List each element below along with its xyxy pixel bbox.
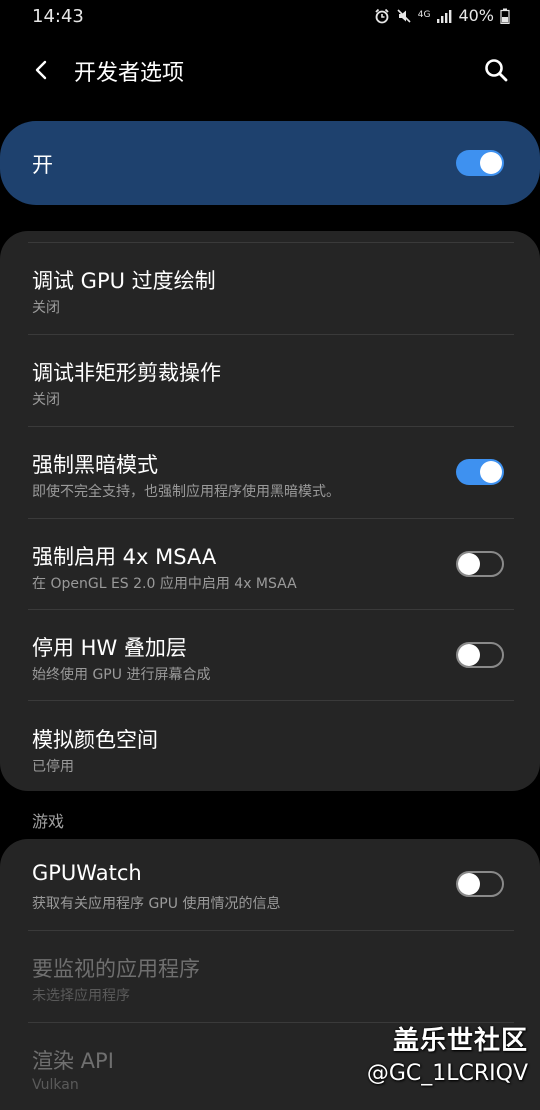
setting-title: 强制黑暗模式: [32, 453, 158, 477]
status-time: 14:43: [32, 6, 84, 27]
master-switch-label: 开: [32, 153, 53, 177]
setting-row-non-rect-clip[interactable]: 调试非矩形剪裁操作 关闭: [0, 335, 540, 426]
setting-title: 调试非矩形剪裁操作: [32, 361, 221, 385]
setting-row-gpuwatch[interactable]: GPUWatch 获取有关应用程序 GPU 使用情况的信息: [0, 839, 540, 930]
setting-subtitle: 在 OpenGL ES 2.0 应用中启用 4x MSAA: [32, 576, 297, 592]
setting-subtitle: 即使不完全支持，也强制应用程序使用黑暗模式。: [32, 484, 340, 500]
setting-title: GPUWatch: [32, 861, 142, 885]
back-button[interactable]: [24, 52, 60, 88]
signal-icon: [436, 9, 452, 23]
watermark-brand: 盖乐世社区: [392, 1026, 528, 1056]
battery-percent: 40%: [458, 6, 494, 25]
setting-row-apps-to-monitor: 要监视的应用程序 未选择应用程序: [0, 931, 540, 1022]
setting-subtitle: 已停用: [32, 759, 74, 775]
setting-subtitle: 关闭: [32, 392, 60, 408]
graphics-settings-card: 调试 GPU 过度绘制 关闭 调试非矩形剪裁操作 关闭 强制黑暗模式 即使不完全…: [0, 231, 540, 791]
setting-title: 强制启用 4x MSAA: [32, 545, 217, 569]
toggle-knob: [480, 152, 502, 174]
hw-overlay-toggle[interactable]: [456, 642, 504, 668]
toggle-knob: [458, 873, 480, 895]
setting-title: 调试 GPU 过度绘制: [32, 269, 216, 293]
force-dark-toggle[interactable]: [456, 459, 504, 485]
setting-title: 停用 HW 叠加层: [32, 636, 187, 660]
search-button[interactable]: [478, 52, 514, 88]
watermark: 盖乐世社区 @GC_1LCRIQV: [367, 1020, 528, 1086]
status-bar: 14:43 4G 40%: [0, 0, 540, 34]
watermark-handle: @GC_1LCRIQV: [366, 1061, 528, 1086]
app-bar: 开发者选项: [0, 40, 540, 98]
master-switch-toggle[interactable]: [456, 150, 504, 176]
screen: 14:43 4G 40% 开发者选项 开 调试 GPU 过度绘制 关闭 调试非矩…: [0, 0, 540, 1110]
alarm-icon: [374, 8, 390, 24]
setting-title: 渲染 API: [32, 1049, 114, 1073]
setting-subtitle: 未选择应用程序: [32, 988, 130, 1004]
setting-subtitle: Vulkan: [32, 1077, 79, 1093]
setting-row-force-dark[interactable]: 强制黑暗模式 即使不完全支持，也强制应用程序使用黑暗模式。: [0, 427, 540, 518]
chevron-left-icon: [35, 60, 47, 80]
section-header-games: 游戏: [32, 812, 65, 831]
battery-icon: [500, 8, 510, 24]
master-switch-row[interactable]: 开: [0, 121, 540, 205]
gpuwatch-toggle[interactable]: [456, 871, 504, 897]
mute-icon: [396, 8, 412, 24]
page-title: 开发者选项: [74, 61, 185, 86]
setting-row-gpu-overdraw[interactable]: 调试 GPU 过度绘制 关闭: [0, 243, 540, 334]
setting-subtitle: 始终使用 GPU 进行屏幕合成: [32, 667, 211, 683]
divider: [28, 700, 514, 701]
status-icons: 4G 40%: [374, 6, 510, 25]
toggle-knob: [480, 461, 502, 483]
setting-title: 模拟颜色空间: [32, 728, 158, 752]
setting-subtitle: 获取有关应用程序 GPU 使用情况的信息: [32, 896, 281, 912]
toggle-knob: [458, 644, 480, 666]
setting-row-force-msaa[interactable]: 强制启用 4x MSAA 在 OpenGL ES 2.0 应用中启用 4x MS…: [0, 519, 540, 610]
setting-row-disable-hw-overlay[interactable]: 停用 HW 叠加层 始终使用 GPU 进行屏幕合成: [0, 610, 540, 701]
setting-subtitle: 关闭: [32, 300, 60, 316]
search-icon: [485, 59, 508, 82]
setting-title: 要监视的应用程序: [32, 957, 200, 981]
setting-row-simulate-color-space[interactable]: 模拟颜色空间 已停用: [0, 702, 540, 791]
toggle-knob: [458, 553, 480, 575]
network-type-label: 4G: [417, 10, 431, 20]
force-msaa-toggle[interactable]: [456, 551, 504, 577]
